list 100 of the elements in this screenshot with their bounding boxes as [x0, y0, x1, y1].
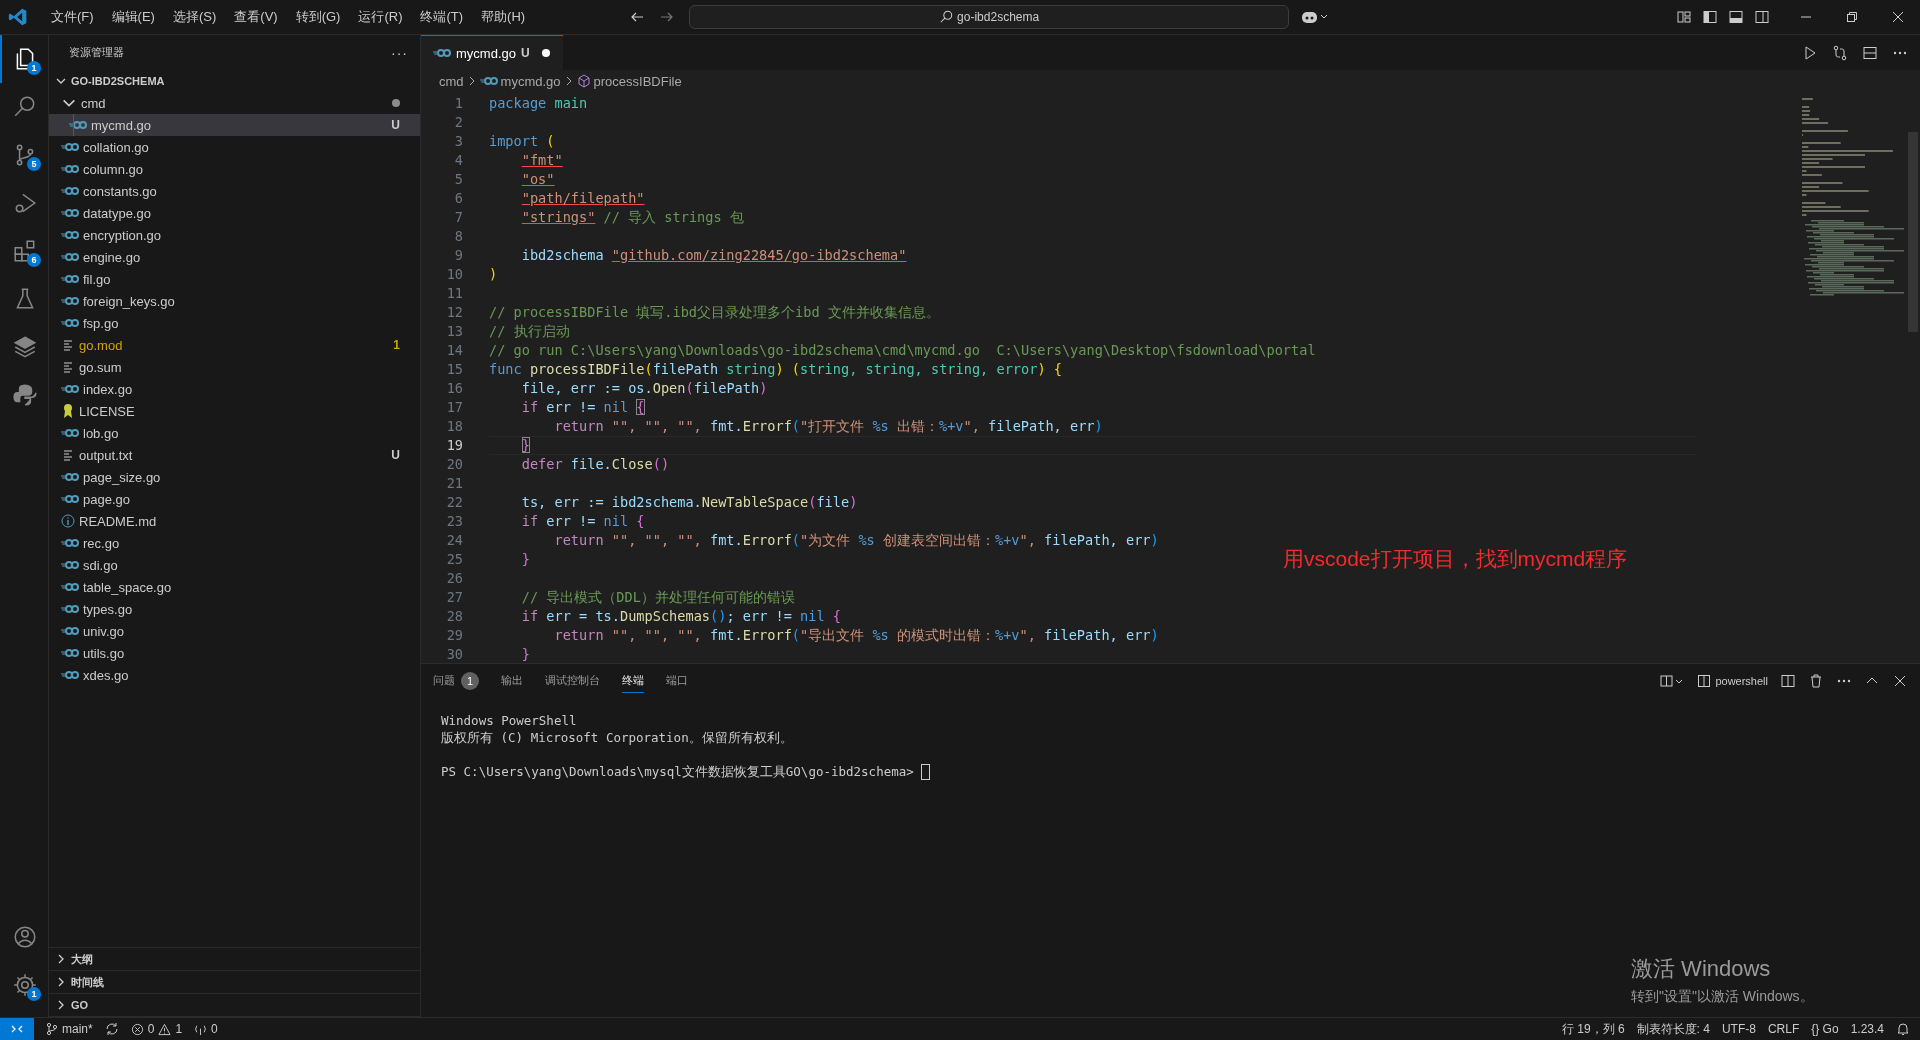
- activity-item[interactable]: 5: [0, 131, 48, 179]
- file-tree-item[interactable]: fil.go: [49, 268, 420, 290]
- line-number: 2: [453, 113, 464, 132]
- panel-tab[interactable]: 输出: [501, 673, 523, 688]
- file-tree-item[interactable]: page_size.go: [49, 466, 420, 488]
- file-tree-item[interactable]: go.mod 1: [49, 334, 420, 356]
- breadcrumb[interactable]: mycmd.go: [500, 73, 561, 89]
- panel-tab[interactable]: 终端: [622, 673, 644, 688]
- file-tree-item[interactable]: types.go: [49, 598, 420, 620]
- terminal-icon: [1697, 674, 1712, 688]
- file-tree-item[interactable]: xdes.go: [49, 664, 420, 686]
- panel-tab[interactable]: 问题: [433, 673, 455, 688]
- file-tree-item[interactable]: go.sum: [49, 356, 420, 378]
- file-type-icon: [433, 47, 451, 59]
- file-tree-item[interactable]: page.go: [49, 488, 420, 510]
- line-number: 20: [445, 455, 464, 474]
- error-count[interactable]: 0: [147, 1022, 155, 1036]
- menu-item[interactable]: 转到(G): [286, 8, 350, 26]
- file-tree-item[interactable]: column.go: [49, 158, 420, 180]
- file-name: foreign_keys.go: [83, 293, 175, 309]
- section-header[interactable]: 时间线: [71, 974, 104, 990]
- activity-item[interactable]: 1: [0, 961, 48, 1009]
- activity-item[interactable]: 6: [0, 227, 48, 275]
- file-tree-item[interactable]: collation.go: [49, 136, 420, 158]
- file-name: go.mod: [79, 337, 123, 353]
- folder-header[interactable]: GO-IBD2SCHEMA: [71, 75, 165, 87]
- toggle-secondary-sidebar-icon[interactable]: [1754, 9, 1770, 25]
- file-tree-item[interactable]: README.md: [49, 510, 420, 532]
- file-tree-item[interactable]: datatype.go: [49, 202, 420, 224]
- file-tree-item[interactable]: index.go: [49, 378, 420, 400]
- file-tree-item[interactable]: constants.go: [49, 180, 420, 202]
- unsaved-dot-icon[interactable]: [540, 48, 551, 58]
- file-name: types.go: [83, 601, 133, 617]
- file-tree-item[interactable]: mycmd.go U: [49, 114, 420, 136]
- file-tree-item[interactable]: utils.go: [49, 642, 420, 664]
- text-file-icon: [61, 339, 75, 351]
- line-number: 25: [445, 550, 464, 569]
- run-icon[interactable]: [1802, 44, 1818, 61]
- status-item[interactable]: 制表符长度: 4: [1636, 1020, 1710, 1038]
- status-item[interactable]: 1.23.4: [1850, 1022, 1884, 1036]
- toggle-sidebar-icon[interactable]: [1702, 9, 1718, 25]
- file-tree-item[interactable]: LICENSE: [49, 400, 420, 422]
- file-tree-item[interactable]: table_space.go: [49, 576, 420, 598]
- breadcrumb[interactable]: cmd: [439, 73, 464, 89]
- menu-item[interactable]: 查看(V): [225, 8, 287, 26]
- menu-item[interactable]: 文件(F): [42, 8, 103, 26]
- file-tree-item[interactable]: output.txt U: [49, 444, 420, 466]
- branch-status[interactable]: main*: [62, 1022, 93, 1036]
- file-tree-item[interactable]: engine.go: [49, 246, 420, 268]
- split-terminal-icon[interactable]: [1780, 673, 1796, 689]
- code-line: ts, err := ibd2schema.NewTableSpace(file): [520, 493, 858, 512]
- command-center[interactable]: go-ibd2schema: [689, 5, 1290, 29]
- menu-item[interactable]: 编辑(E): [102, 8, 164, 26]
- code-line: ibd2schema "github.com/zing22845/go-ibd2schema": [520, 246, 907, 265]
- breadcrumb[interactable]: processIBDFile: [593, 73, 682, 89]
- split-editor-icon[interactable]: [1862, 44, 1878, 61]
- menu-item[interactable]: 选择(S): [163, 8, 226, 26]
- activity-badge: 6: [27, 253, 41, 267]
- editor-tab[interactable]: mycmd.go: [456, 45, 516, 61]
- status-item[interactable]: CRLF: [1767, 1022, 1800, 1036]
- restore-icon[interactable]: [1846, 11, 1858, 23]
- file-tree-item[interactable]: cmd: [49, 92, 420, 114]
- section-header[interactable]: 大纲: [71, 951, 93, 967]
- file-tree-item[interactable]: sdi.go: [49, 554, 420, 576]
- toggle-panel-icon[interactable]: [1728, 9, 1744, 25]
- text-file-icon: [61, 449, 75, 461]
- line-number: 14: [445, 341, 464, 360]
- menu-item[interactable]: 运行(R): [349, 8, 412, 26]
- file-tree-item[interactable]: rec.go: [49, 532, 420, 554]
- status-item[interactable]: 行 19，列 6: [1561, 1020, 1625, 1038]
- compare-changes-icon[interactable]: [1832, 44, 1848, 61]
- panel-tab[interactable]: 调试控制台: [545, 673, 600, 688]
- trash-icon[interactable]: [1808, 673, 1824, 689]
- copilot-icon[interactable]: [1301, 9, 1330, 25]
- code-line: }: [520, 550, 530, 569]
- menu-item[interactable]: 帮助(H): [472, 8, 535, 26]
- sidebar-title: 资源管理器: [69, 45, 124, 60]
- file-tree-item[interactable]: encryption.go: [49, 224, 420, 246]
- bell-icon[interactable]: [1896, 1022, 1910, 1036]
- status-item[interactable]: UTF-8: [1721, 1022, 1756, 1036]
- settings-icon: [12, 972, 38, 998]
- warning-count[interactable]: 1: [175, 1022, 183, 1036]
- close-icon[interactable]: [1892, 673, 1908, 689]
- customize-layout-icon[interactable]: [1676, 9, 1692, 25]
- ports-count[interactable]: 0: [211, 1022, 218, 1036]
- code-line: file, err := os.Open(filePath): [520, 379, 768, 398]
- status-item[interactable]: {} Go: [1811, 1022, 1839, 1036]
- panel-tab[interactable]: 端口: [666, 673, 688, 688]
- file-type-icon: [61, 273, 79, 285]
- menu-item[interactable]: 终端(T): [411, 8, 473, 26]
- sync-icon[interactable]: [104, 1022, 119, 1036]
- file-tree-item[interactable]: lob.go: [49, 422, 420, 444]
- file-tree-item[interactable]: fsp.go: [49, 312, 420, 334]
- terminal-selector[interactable]: powershell: [1715, 675, 1768, 687]
- more-actions-button[interactable]: ···: [391, 44, 408, 61]
- file-tree-item[interactable]: univ.go: [49, 620, 420, 642]
- file-tree-item[interactable]: foreign_keys.go: [49, 290, 420, 312]
- section-header[interactable]: GO: [71, 999, 89, 1011]
- close-icon[interactable]: [1892, 11, 1904, 23]
- code-line: // 导出模式（DDL）并处理任何可能的错误: [520, 588, 795, 607]
